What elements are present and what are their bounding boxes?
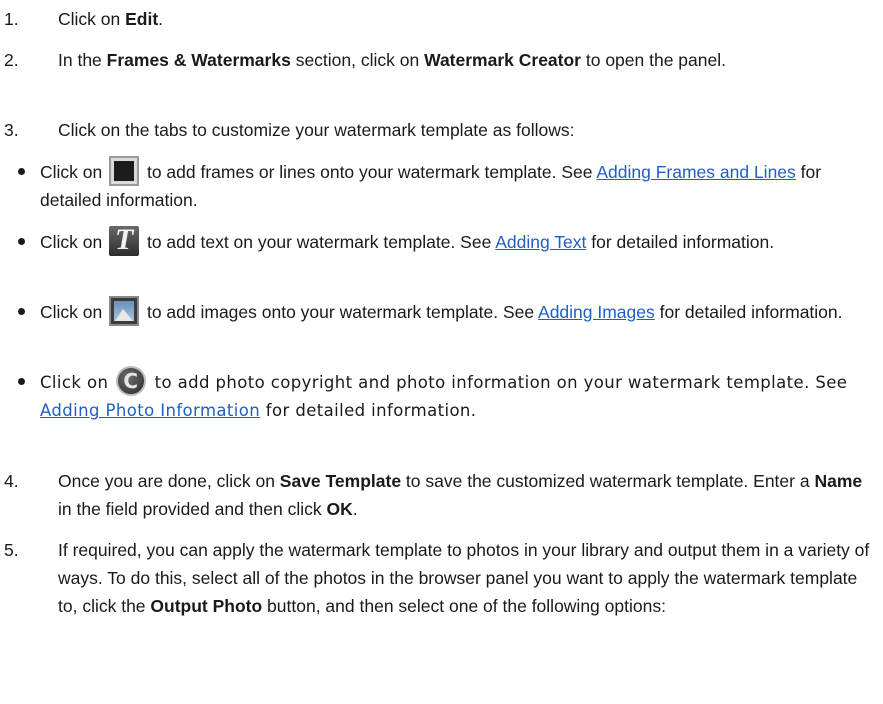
text-icon: T	[109, 225, 140, 256]
bullet-dot	[18, 238, 25, 245]
frame-icon	[109, 156, 140, 186]
ui-term-output-photo: Output Photo	[150, 596, 263, 616]
bullet-dot	[18, 168, 25, 175]
copyright-icon: C	[115, 366, 146, 396]
link-adding-text[interactable]: Adding Text	[495, 232, 586, 252]
ui-term-frames-watermarks: Frames & Watermarks	[106, 50, 291, 70]
link-adding-images[interactable]: Adding Images	[538, 302, 655, 322]
ui-term-edit: Edit	[125, 9, 159, 29]
link-adding-photo-information[interactable]: Adding Photo Information	[40, 401, 260, 420]
image-icon	[109, 296, 140, 326]
bullet-dot	[18, 378, 25, 385]
ui-term-name: Name	[814, 471, 863, 491]
step-number: 5.	[4, 540, 19, 560]
step-number: 1.	[4, 9, 19, 29]
link-adding-frames-and-lines[interactable]: Adding Frames and Lines	[596, 162, 795, 182]
step-text: Click on Edit.	[58, 9, 164, 29]
step-text: If required, you can apply the watermark…	[58, 540, 870, 616]
step-text: Click on the tabs to customize your wate…	[58, 120, 575, 140]
step-number: 3.	[4, 120, 19, 140]
step-number: 4.	[4, 471, 19, 491]
step-text: In the Frames & Watermarks section, clic…	[58, 50, 726, 70]
ui-term-save-template: Save Template	[279, 471, 402, 491]
ui-term-watermark-creator: Watermark Creator	[424, 50, 581, 70]
ui-term-ok: OK	[326, 499, 353, 519]
step-text: Once you are done, click on Save Templat…	[58, 471, 863, 519]
step-number: 2.	[4, 50, 19, 70]
bullet-dot	[18, 308, 25, 315]
